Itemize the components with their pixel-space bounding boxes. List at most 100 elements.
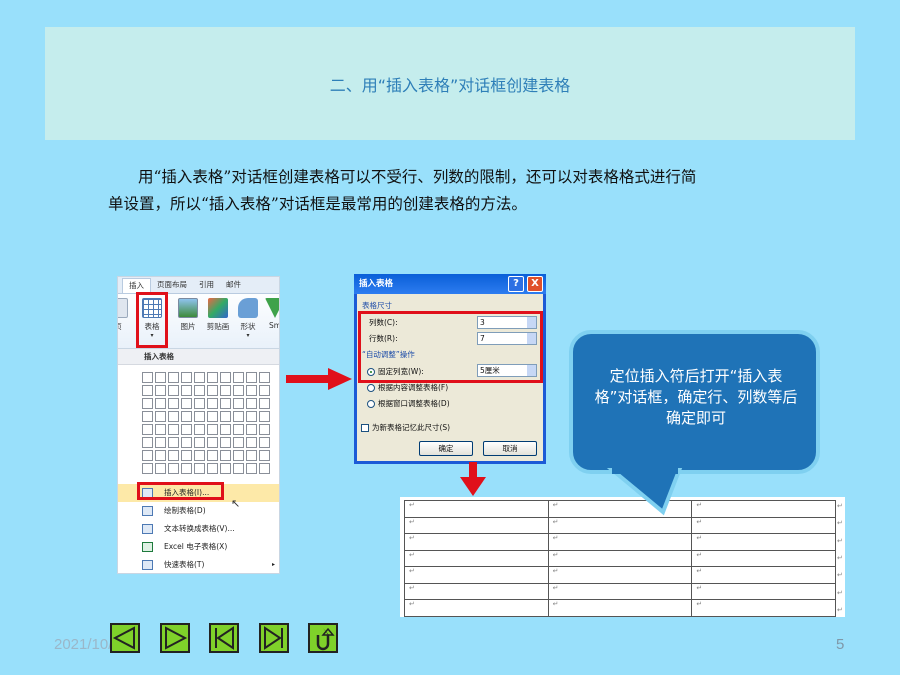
fit-window-option[interactable]: 根据窗口调整表格(D) — [367, 398, 450, 409]
table-cell[interactable]: ↵ — [404, 533, 549, 551]
grid-cell[interactable] — [220, 398, 231, 409]
table-cell[interactable]: ↵ — [547, 599, 693, 617]
menu-draw-table[interactable]: 绘制表格(D) — [118, 502, 279, 520]
grid-cell[interactable] — [194, 437, 205, 448]
grid-cell[interactable] — [207, 463, 218, 474]
grid-cell[interactable] — [181, 398, 192, 409]
fit-content-option[interactable]: 根据内容调整表格(F) — [367, 382, 448, 393]
grid-cell[interactable] — [220, 437, 231, 448]
grid-cell[interactable] — [142, 450, 153, 461]
radio-icon[interactable] — [367, 384, 375, 392]
grid-cell[interactable] — [155, 424, 166, 435]
grid-cell[interactable] — [142, 463, 153, 474]
grid-cell[interactable] — [233, 398, 244, 409]
shapes-button[interactable]: 形状 ▾ — [234, 298, 262, 339]
tab-references[interactable]: 引用 — [193, 278, 220, 293]
grid-cell[interactable] — [168, 463, 179, 474]
grid-cell[interactable] — [233, 385, 244, 396]
grid-cell[interactable] — [259, 450, 270, 461]
tab-page-layout[interactable]: 页面布局 — [151, 278, 193, 293]
grid-cell[interactable] — [259, 372, 270, 383]
menu-excel-sheet[interactable]: Excel 电子表格(X) — [118, 538, 279, 556]
table-cell[interactable]: ↵ — [691, 549, 836, 567]
grid-cell[interactable] — [233, 450, 244, 461]
table-cell[interactable]: ↵ — [404, 549, 549, 567]
grid-cell[interactable] — [142, 411, 153, 422]
grid-cell[interactable] — [246, 411, 257, 422]
menu-text-to-table[interactable]: 文本转换成表格(V)... — [118, 520, 279, 538]
table-cell[interactable]: ↵ — [404, 516, 549, 534]
cancel-button[interactable]: 取消 — [483, 441, 537, 456]
grid-cell[interactable] — [207, 385, 218, 396]
grid-cell[interactable] — [142, 424, 153, 435]
grid-cell[interactable] — [142, 372, 153, 383]
table-cell[interactable]: ↵ — [547, 549, 693, 567]
grid-cell[interactable] — [220, 463, 231, 474]
grid-cell[interactable] — [194, 411, 205, 422]
grid-cell[interactable] — [207, 437, 218, 448]
table-cell[interactable]: ↵ — [547, 566, 693, 584]
radio-icon[interactable] — [367, 400, 375, 408]
remember-option[interactable]: 为新表格记忆此尺寸(S) — [361, 422, 450, 433]
grid-cell[interactable] — [181, 450, 192, 461]
grid-cell[interactable] — [220, 385, 231, 396]
ok-button[interactable]: 确定 — [419, 441, 473, 456]
nav-first-button[interactable] — [209, 623, 239, 653]
grid-cell[interactable] — [155, 398, 166, 409]
grid-cell[interactable] — [220, 411, 231, 422]
grid-cell[interactable] — [181, 385, 192, 396]
table-cell[interactable]: ↵ — [547, 582, 693, 600]
grid-cell[interactable] — [155, 372, 166, 383]
grid-cell[interactable] — [181, 424, 192, 435]
grid-cell[interactable] — [194, 385, 205, 396]
nav-return-button[interactable] — [308, 623, 338, 653]
grid-cell[interactable] — [155, 411, 166, 422]
grid-cell[interactable] — [233, 372, 244, 383]
help-button[interactable]: ? — [508, 276, 524, 292]
grid-cell[interactable] — [259, 424, 270, 435]
table-cell[interactable]: ↵ — [691, 599, 836, 617]
close-button[interactable]: X — [527, 276, 543, 292]
grid-cell[interactable] — [168, 450, 179, 461]
tab-mailings[interactable]: 邮件 — [220, 278, 247, 293]
nav-prev-button[interactable] — [110, 623, 140, 653]
grid-cell[interactable] — [194, 463, 205, 474]
grid-cell[interactable] — [233, 424, 244, 435]
grid-cell[interactable] — [207, 450, 218, 461]
grid-cell[interactable] — [207, 424, 218, 435]
nav-last-button[interactable] — [259, 623, 289, 653]
grid-cell[interactable] — [246, 424, 257, 435]
grid-cell[interactable] — [233, 463, 244, 474]
table-cell[interactable]: ↵ — [691, 516, 836, 534]
grid-cell[interactable] — [168, 437, 179, 448]
grid-cell[interactable] — [246, 372, 257, 383]
picture-button[interactable]: 图片 — [174, 298, 202, 332]
grid-cell[interactable] — [207, 398, 218, 409]
grid-cell[interactable] — [259, 385, 270, 396]
menu-quick-tables[interactable]: 快速表格(T) ▸ — [118, 556, 279, 573]
grid-cell[interactable] — [142, 385, 153, 396]
grid-cell[interactable] — [233, 437, 244, 448]
nav-next-button[interactable] — [160, 623, 190, 653]
grid-cell[interactable] — [142, 437, 153, 448]
grid-cell[interactable] — [181, 437, 192, 448]
grid-cell[interactable] — [194, 398, 205, 409]
smartart-button[interactable]: Sm — [261, 298, 279, 330]
table-cell[interactable]: ↵ — [691, 500, 836, 518]
grid-cell[interactable] — [168, 385, 179, 396]
grid-cell[interactable] — [246, 398, 257, 409]
page-button[interactable]: 页 — [118, 298, 132, 332]
table-grid-picker[interactable] — [142, 372, 270, 474]
grid-cell[interactable] — [168, 424, 179, 435]
grid-cell[interactable] — [168, 411, 179, 422]
clipart-button[interactable]: 剪贴画 — [204, 298, 232, 332]
grid-cell[interactable] — [168, 372, 179, 383]
grid-cell[interactable] — [181, 372, 192, 383]
grid-cell[interactable] — [246, 463, 257, 474]
grid-cell[interactable] — [194, 372, 205, 383]
grid-cell[interactable] — [259, 411, 270, 422]
grid-cell[interactable] — [142, 398, 153, 409]
grid-cell[interactable] — [194, 424, 205, 435]
grid-cell[interactable] — [220, 424, 231, 435]
grid-cell[interactable] — [207, 411, 218, 422]
